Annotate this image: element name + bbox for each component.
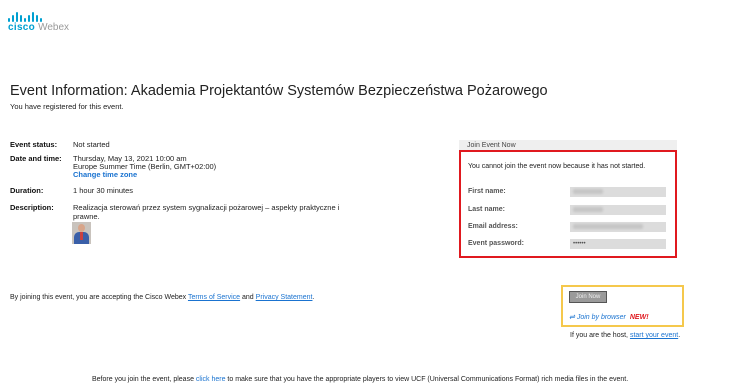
host-suffix: . — [678, 332, 681, 339]
logo-cisco-text: cisco — [8, 22, 36, 33]
page-title: Event Information: Akademia Projektantów… — [10, 83, 548, 99]
terms-suffix: . — [312, 294, 315, 301]
footer-suffix: to make sure that you have the appropria… — [225, 376, 629, 383]
terms-of-service-link[interactable]: Terms of Service — [188, 294, 240, 301]
first-name-label: First name: — [468, 188, 506, 195]
terms-prefix: By joining this event, you are accepting… — [10, 294, 188, 301]
description-line-2: prawne. — [73, 212, 100, 221]
first-name-field[interactable] — [570, 187, 666, 197]
event-password-field[interactable]: •••••• — [570, 239, 666, 249]
host-text: If you are the host, start your event. — [570, 332, 680, 339]
event-password-label: Event password: — [468, 240, 525, 247]
description-label: Description: — [10, 203, 54, 212]
presenter-photo — [72, 222, 91, 244]
duration-label: Duration: — [10, 186, 44, 195]
footer-prefix: Before you join the event, please — [92, 376, 196, 383]
click-here-link[interactable]: click here — [196, 376, 226, 383]
join-by-browser-link[interactable]: ⇌ Join by browser NEW! — [569, 313, 649, 321]
duration-value: 1 hour 30 minutes — [73, 186, 134, 195]
footer-note: Before you join the event, please click … — [92, 376, 628, 383]
logo-webex-text: Webex — [38, 22, 70, 33]
event-status-value: Not started — [73, 140, 110, 149]
registration-status-text: You have registered for this event. — [10, 102, 124, 111]
new-badge: NEW! — [629, 314, 649, 321]
date-time-label: Date and time: — [10, 154, 62, 163]
cisco-bars-icon — [8, 12, 42, 22]
cisco-webex-logo: cisco Webex — [8, 12, 98, 40]
host-prefix: If you are the host, — [570, 332, 630, 339]
change-time-zone-link[interactable]: Change time zone — [73, 170, 137, 179]
description-line-1: Realizacja sterowań przez system sygnali… — [73, 203, 340, 212]
email-field[interactable] — [570, 222, 666, 232]
terms-and: and — [240, 294, 256, 301]
join-by-browser-text: Join by browser — [576, 314, 626, 321]
last-name-field[interactable] — [570, 205, 666, 215]
last-name-label: Last name: — [468, 206, 505, 213]
email-label: Email address: — [468, 223, 518, 230]
start-your-event-link[interactable]: start your event — [630, 332, 678, 339]
event-status-label: Event status: — [10, 140, 58, 149]
terms-text: By joining this event, you are accepting… — [10, 294, 314, 301]
join-now-button[interactable]: Join Now — [569, 291, 607, 303]
privacy-statement-link[interactable]: Privacy Statement — [256, 294, 313, 301]
browser-icon: ⇌ — [569, 314, 575, 321]
not-started-message: You cannot join the event now because it… — [468, 163, 646, 170]
